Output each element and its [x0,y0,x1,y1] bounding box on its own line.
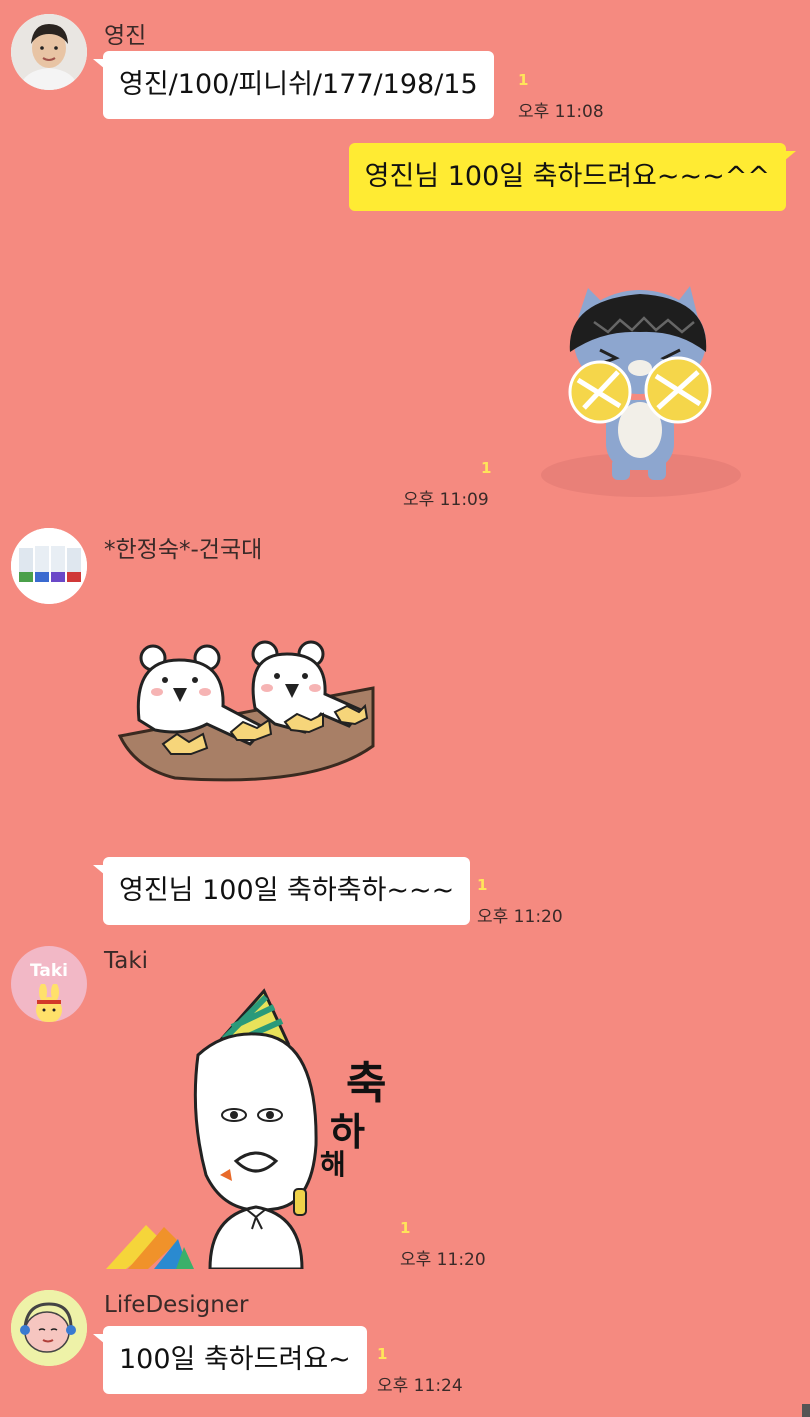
my-message-bubble[interactable]: 영진님 100일 축하드려요~~~^^ [348,143,796,211]
product-boxes-icon [11,528,87,604]
sender-name: Taki [104,948,149,974]
unread-count: 1 [477,876,488,894]
message-text: 100일 축하드려요~ [119,1344,351,1375]
avatar-lifedesigner[interactable] [11,1290,87,1366]
avatar-label: Taki [29,961,68,981]
message-text: 영진님 100일 축하축하~~~ [119,875,455,906]
message-bubble[interactable]: 100일 축하드려요~ [93,1326,367,1394]
message-text: 영진/100/피니쉬/177/198/15 [119,69,478,100]
person-photo-icon [11,14,87,90]
unread-count: 1 [481,459,492,477]
message-bubble[interactable]: 영진/100/피니쉬/177/198/15 [93,51,494,119]
message-time: 오후 11:20 [477,907,563,927]
sender-name: 영진 [104,23,147,49]
sticker-text: 해 [320,1148,346,1181]
cheerleader-cat-sticker[interactable] [508,280,774,506]
avatar-youngjin[interactable] [11,14,87,90]
rabbit-icon [36,984,62,1022]
unread-count: 1 [400,1219,411,1237]
message-text: 영진님 100일 축하드려요~~~^^ [364,161,770,192]
message-time: 오후 11:20 [400,1250,486,1270]
bears-kneading-sticker[interactable] [115,628,377,788]
cat-with-pompoms-icon [541,286,741,497]
unread-count: 1 [377,1345,388,1363]
party-hat-congrats-sticker[interactable]: 축 하 해 [106,985,388,1269]
message-time: 오후 11:09 [403,490,489,510]
message-time: 오후 11:08 [518,102,604,122]
message-time: 오후 11:24 [377,1376,463,1396]
scrollbar[interactable] [802,1404,810,1417]
sender-name: *한정숙*-건국대 [104,537,263,563]
unread-count: 1 [518,71,529,89]
avatar-taki[interactable]: Taki [11,946,87,1022]
avatar-hanjeongsuk[interactable] [11,528,87,604]
two-bears-icon [117,640,375,782]
message-bubble[interactable]: 영진님 100일 축하축하~~~ [93,857,471,925]
headset-character-icon [11,1290,87,1366]
sender-name: LifeDesigner [104,1292,249,1318]
